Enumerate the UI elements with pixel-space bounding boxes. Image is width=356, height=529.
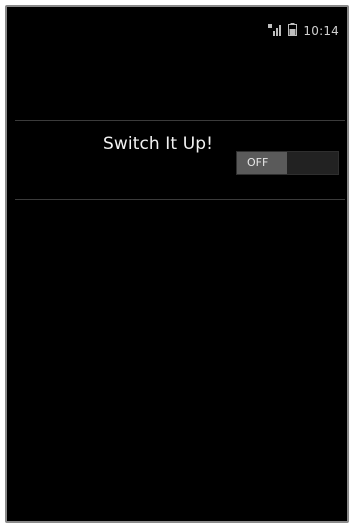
battery-icon	[288, 23, 298, 39]
status-time: 10:14	[303, 24, 339, 38]
switch-label: Switch It Up!	[103, 134, 214, 154]
divider-top	[15, 120, 345, 121]
switch-row: Switch It Up! OFF	[7, 122, 347, 198]
status-bar: 10:14	[7, 7, 347, 51]
device-screen: 10:14 Switch It Up! OFF	[5, 5, 349, 523]
status-icons: 10:14	[268, 23, 339, 39]
signal-icon	[268, 23, 282, 39]
toggle-switch[interactable]: OFF	[236, 151, 339, 175]
switch-thumb-off: OFF	[237, 152, 287, 174]
divider-bottom	[15, 199, 345, 200]
